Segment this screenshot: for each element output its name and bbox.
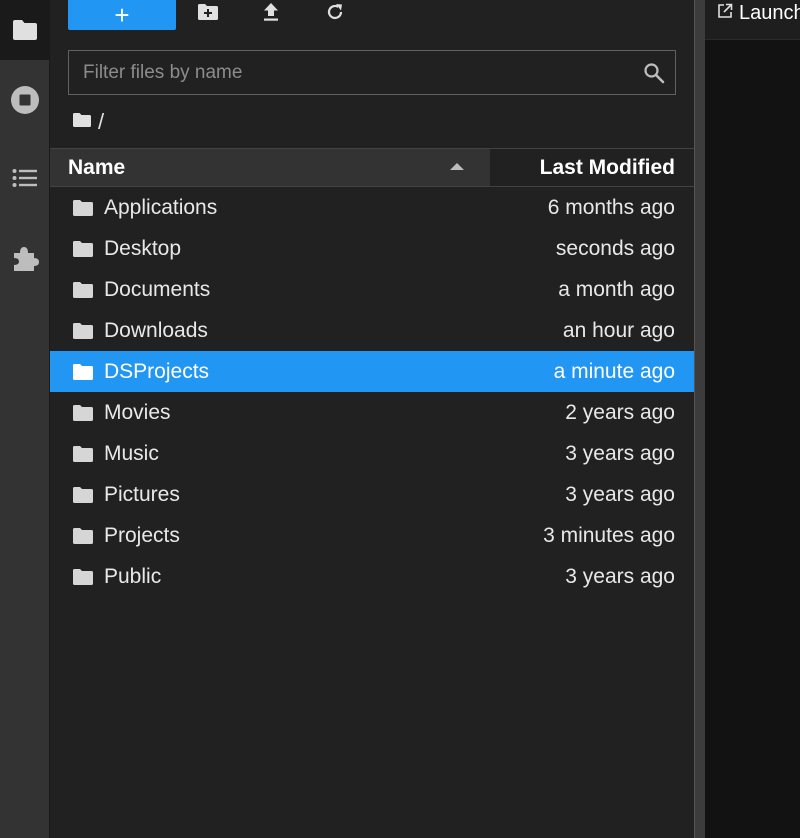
file-last-modified: 3 years ago (565, 564, 675, 588)
file-list: Applications 6 months ago Desktop seconds a… (50, 187, 694, 597)
tab-running-sessions[interactable] (0, 75, 49, 125)
plus-label: + (114, 0, 130, 30)
file-last-modified: a minute ago (553, 359, 675, 383)
breadcrumb-root-folder-icon[interactable] (72, 112, 92, 133)
file-name: DSProjects (104, 359, 210, 383)
file-browser-panel: + / Name (50, 0, 694, 838)
activity-bar (0, 0, 50, 838)
folder-icon (72, 527, 94, 545)
folder-icon (72, 322, 94, 340)
file-last-modified: seconds ago (555, 236, 675, 260)
stop-circle-icon (10, 85, 40, 115)
file-name: Music (104, 441, 159, 465)
file-name: Movies (104, 400, 171, 424)
file-row[interactable]: Documents a month ago (50, 269, 694, 310)
name-column-header[interactable]: Name (50, 149, 490, 186)
last-modified-column-header[interactable]: Last Modified (490, 149, 694, 186)
file-last-modified: an hour ago (562, 318, 675, 342)
file-row[interactable]: Applications 6 months ago (50, 187, 694, 228)
file-name: Pictures (104, 482, 180, 506)
file-row[interactable]: Music 3 years ago (50, 433, 694, 474)
main-dock-area: Launcher (705, 0, 800, 838)
breadcrumb: / (72, 108, 104, 136)
file-name: Public (104, 564, 162, 588)
file-row[interactable]: Movies 2 years ago (50, 392, 694, 433)
folder-icon (72, 281, 94, 299)
panel-splitter[interactable] (694, 0, 705, 838)
folder-icon (72, 240, 94, 258)
file-row[interactable]: Pictures 3 years ago (50, 474, 694, 515)
file-name: Documents (104, 277, 211, 301)
name-column-label: Name (68, 155, 126, 179)
file-row[interactable]: DSProjects a minute ago (50, 351, 694, 392)
filter-files-input[interactable] (69, 51, 629, 94)
new-folder-icon (197, 3, 219, 26)
launch-icon (717, 3, 733, 24)
list-icon (12, 168, 38, 188)
new-folder-button[interactable] (190, 0, 226, 28)
folder-icon (72, 363, 94, 381)
file-browser-toolbar: + (50, 0, 694, 40)
file-last-modified: 3 minutes ago (543, 523, 675, 547)
sort-ascending-icon (450, 163, 464, 170)
filter-box (68, 50, 676, 95)
refresh-icon (325, 2, 345, 27)
file-row[interactable]: Downloads an hour ago (50, 310, 694, 351)
file-name: Downloads (104, 318, 208, 342)
file-last-modified: a month ago (558, 277, 675, 301)
breadcrumb-separator[interactable]: / (98, 109, 104, 135)
search-icon[interactable] (643, 62, 665, 84)
tab-file-browser[interactable] (0, 0, 49, 60)
file-row[interactable]: Public 3 years ago (50, 556, 694, 597)
tab-launcher[interactable]: Launcher (717, 0, 800, 26)
file-name: Applications (104, 195, 218, 219)
tab-extension-manager[interactable] (0, 233, 49, 283)
file-last-modified: 3 years ago (565, 482, 675, 506)
new-launcher-button[interactable]: + (68, 0, 176, 30)
last-modified-column-label: Last Modified (539, 155, 675, 179)
file-last-modified: 3 years ago (565, 441, 675, 465)
launcher-tab-label: Launcher (739, 1, 800, 24)
puzzle-icon (11, 244, 39, 272)
file-last-modified: 6 months ago (547, 195, 675, 219)
folder-icon (72, 486, 94, 504)
main-tab-bar: Launcher (705, 0, 800, 40)
folder-icon (72, 404, 94, 422)
upload-button[interactable] (253, 0, 289, 28)
file-name: Projects (104, 523, 180, 547)
upload-icon (262, 2, 280, 27)
tab-table-of-contents[interactable] (0, 153, 49, 203)
folder-icon (72, 445, 94, 463)
file-name: Desktop (104, 236, 182, 260)
file-row[interactable]: Projects 3 minutes ago (50, 515, 694, 556)
refresh-button[interactable] (317, 0, 353, 28)
file-list-header: Name Last Modified (50, 148, 694, 187)
folder-icon (12, 19, 38, 41)
file-last-modified: 2 years ago (565, 400, 675, 424)
folder-icon (72, 568, 94, 586)
folder-icon (72, 199, 94, 217)
file-row[interactable]: Desktop seconds ago (50, 228, 694, 269)
